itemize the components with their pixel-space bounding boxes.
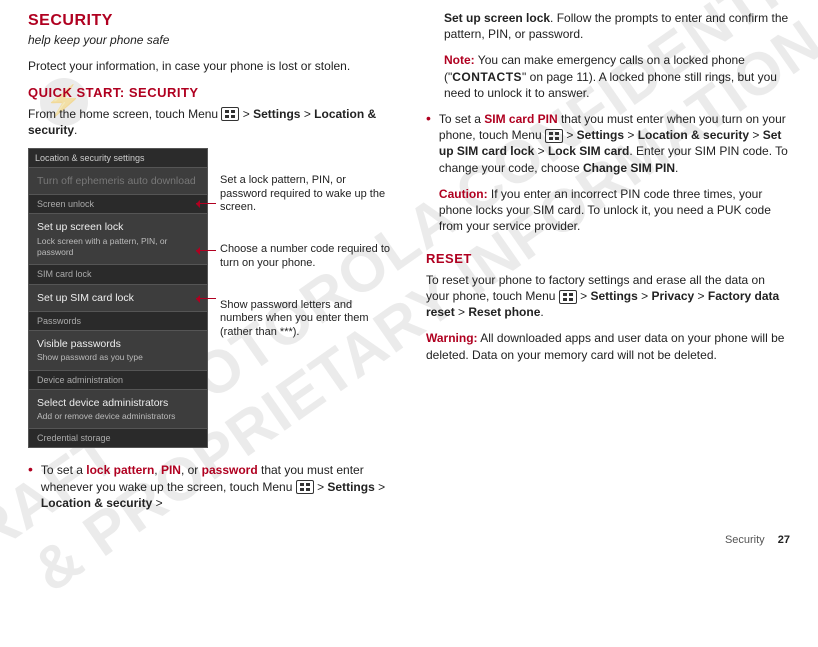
phone-row: Turn off ephemeris auto download [29,167,207,194]
section-title: SECURITY [28,10,392,32]
caution-paragraph: Caution: If you enter an incorrect PIN c… [439,186,790,235]
reset-heading: RESET [426,250,790,268]
footer-section: Security [725,534,765,546]
phone-section-header: SIM card lock [29,264,207,283]
quick-start-heading: QUICK START: SECURITY [28,84,392,102]
menu-icon [559,290,577,304]
callout-arrow-icon [196,298,216,299]
continued-paragraph: Set up screen lock. Follow the prompts t… [426,10,790,42]
right-column: Set up screen lock. Follow the prompts t… [426,10,790,511]
phone-row-admin: Select device administrators Add or remo… [29,389,207,429]
callouts: Set a lock pattern, PIN, or password req… [220,148,392,340]
callout-text: Set a lock pattern, PIN, or password req… [220,174,392,215]
callout-arrow-icon [196,250,216,251]
menu-icon [296,480,314,494]
quick-start-body: From the home screen, touch Menu > Setti… [28,106,392,138]
phone-section-header: Passwords [29,311,207,330]
left-column: SECURITY help keep your phone safe Prote… [28,10,392,511]
phone-titlebar: Location & security settings [29,149,207,167]
page-number: 27 [778,534,790,546]
phone-figure: Location & security settings Turn off ep… [28,148,392,449]
callout-text: Show password letters and numbers when y… [220,299,392,340]
callout-arrow-icon [196,203,216,204]
bullet-item: • To set a SIM card PIN that you must en… [426,111,790,244]
phone-row-visible-pw: Visible passwords Show password as you t… [29,330,207,370]
callout-text: Choose a number code required to turn on… [220,243,392,271]
intro-paragraph: Protect your information, in case your p… [28,58,392,74]
phone-section-header: Credential storage [29,428,207,447]
menu-icon [545,129,563,143]
reset-body: To reset your phone to factory settings … [426,272,790,321]
phone-row-screen-lock: Set up screen lock Lock screen with a pa… [29,213,207,264]
section-tagline: help keep your phone safe [28,32,392,48]
phone-section-header: Device administration [29,370,207,389]
phone-section-header: Screen unlock [29,194,207,213]
bullet-item: • To set a lock pattern, PIN, or passwor… [28,462,392,511]
note-paragraph: Note: You can make emergency calls on a … [426,52,790,101]
bullet-dot-icon: • [426,111,431,244]
phone-screenshot: Location & security settings Turn off ep… [28,148,208,449]
phone-row-sim-lock: Set up SIM card lock [29,284,207,311]
bullet-dot-icon: • [28,462,33,511]
warning-paragraph: Warning: All downloaded apps and user da… [426,330,790,362]
page-footer: Security 27 [725,533,790,548]
menu-icon [221,107,239,121]
